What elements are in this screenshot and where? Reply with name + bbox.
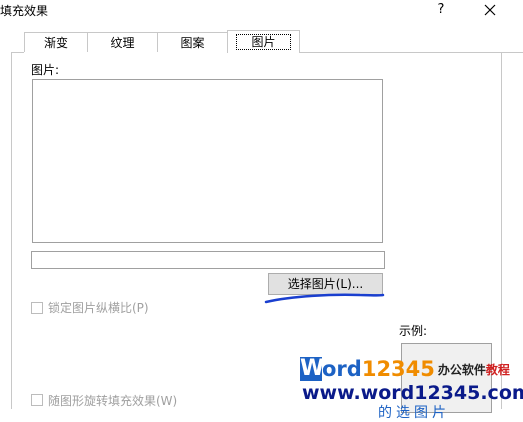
tab-gradient[interactable]: 渐变 (24, 32, 88, 52)
watermark-url: www.word12345.com (302, 382, 523, 404)
picture-label: 图片: (31, 63, 60, 77)
tab-texture[interactable]: 纹理 (87, 32, 158, 52)
tab-picture-label: 图片 (236, 34, 291, 50)
watermark-brand-blue: ord (322, 357, 362, 381)
close-icon (484, 4, 496, 16)
rotate-with-shape-checkbox[interactable] (31, 394, 43, 406)
picture-path-field[interactable] (31, 251, 385, 269)
lock-aspect-checkbox[interactable] (31, 302, 43, 314)
watermark-subtitle: 办公软件教程 (438, 357, 510, 383)
watermark-logo-letter: W (300, 356, 325, 381)
rotate-with-shape-label: 随图形旋转填充效果(W) (48, 394, 178, 408)
watermark-logo: Word12345 办公软件教程 (300, 357, 510, 381)
watermark-brand: ord12345 (322, 357, 435, 381)
watermark-sub-red: 教程 (485, 363, 510, 377)
tab-baseline-left (11, 52, 24, 53)
tab-strip: 渐变 纹理 图案 图片 (24, 30, 504, 53)
watermark-tail: 的选图片 (378, 405, 450, 421)
lock-aspect-label: 锁定图片纵横比(P) (48, 301, 149, 315)
sample-label: 示例: (399, 324, 428, 338)
watermark-sub-dark: 办公软件 (437, 363, 486, 377)
help-button[interactable]: ? (433, 2, 449, 18)
watermark-brand-orange: 12345 (361, 357, 435, 381)
panel-border-right (501, 52, 502, 409)
annotation-underline (264, 293, 385, 304)
panel-border-left (11, 52, 12, 409)
tab-pattern[interactable]: 图案 (157, 32, 228, 52)
dialog-title: 填充效果 (0, 4, 49, 18)
picture-preview (32, 79, 383, 243)
tab-picture[interactable]: 图片 (227, 30, 300, 53)
close-button[interactable] (480, 0, 500, 20)
